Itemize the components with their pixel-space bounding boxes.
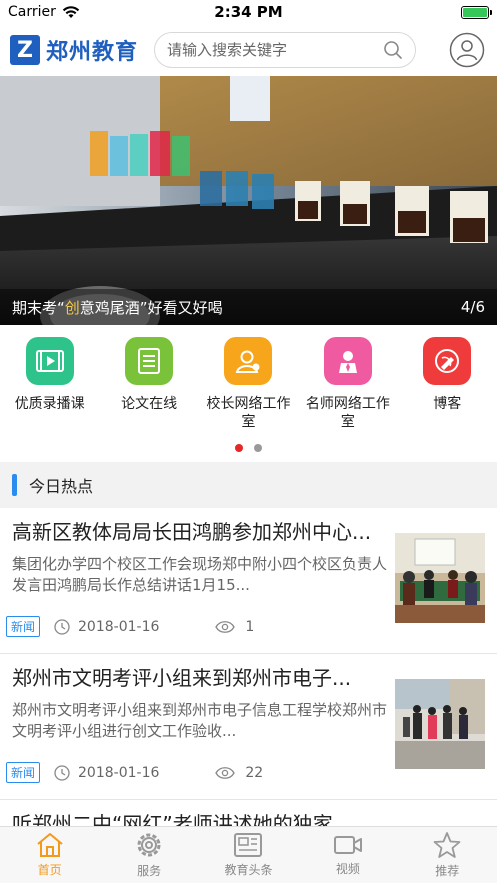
news-meta: 新闻 2018-01-16 22 [6, 762, 263, 783]
tab-home[interactable]: 首页 [5, 832, 95, 878]
shortcut-principal-studio[interactable]: 校长网络工作室 [202, 337, 294, 431]
profile-icon[interactable] [449, 32, 485, 68]
status-left: Carrier [8, 4, 80, 20]
shortcut-label: 论文在线 [121, 396, 178, 412]
tab-label: 视频 [335, 862, 360, 876]
status-bar: Carrier 2:34 PM [0, 0, 497, 24]
page-indicator [0, 444, 497, 452]
blog-icon[interactable] [423, 337, 472, 385]
video-camera-icon[interactable] [333, 833, 363, 857]
star-icon[interactable] [433, 831, 461, 859]
battery-icon [461, 5, 492, 19]
banner-caption: 期末考“创意鸡尾酒”好看又好喝 [12, 298, 223, 317]
section-title: 今日热点 [29, 477, 94, 496]
search-box[interactable] [154, 32, 417, 68]
shortcut-video-courses[interactable]: 优质录播课 [4, 337, 96, 431]
principal-icon[interactable] [224, 337, 273, 385]
news-views: 22 [215, 765, 263, 781]
app-header: Z 郑州教育 [0, 24, 497, 76]
shortcut-label: 校长网络工作室 [206, 396, 291, 430]
news-date: 2018-01-16 [54, 619, 159, 635]
shortcut-grid: 优质录播课 论文在线 校长网络工作室 名师网络工作室 博客 [0, 325, 497, 460]
page-dot-active[interactable] [235, 444, 243, 452]
wifi-icon [62, 5, 80, 18]
search-icon[interactable] [383, 40, 403, 60]
app-logo[interactable]: Z 郑州教育 [10, 34, 138, 66]
status-right [461, 5, 492, 19]
section-accent-bar [12, 474, 17, 496]
document-icon[interactable] [125, 337, 174, 385]
news-thumbnail[interactable] [395, 533, 485, 623]
tab-label: 教育头条 [224, 863, 273, 877]
logo-text: 郑州教育 [46, 40, 139, 65]
search-input[interactable] [167, 41, 368, 59]
news-summary: 郑州市文明考评小组来到郑州市电子信息工程学校郑州市文明考评小组进行创文工作验收.… [12, 701, 387, 740]
home-icon[interactable] [35, 832, 65, 858]
news-date: 2018-01-16 [54, 765, 159, 781]
tab-video[interactable]: 视频 [303, 833, 393, 877]
eye-icon [215, 620, 236, 633]
tab-label: 首页 [37, 863, 62, 877]
news-tag: 新闻 [6, 616, 41, 637]
shortcut-blog[interactable]: 博客 [401, 337, 493, 431]
tab-recommend[interactable]: 推荐 [402, 831, 492, 879]
news-item[interactable]: 郑州市文明考评小组来到郑州市电子... 郑州市文明考评小组来到郑州市电子信息工程… [0, 654, 497, 800]
banner-carousel[interactable]: 期末考“创意鸡尾酒”好看又好喝 4/6 [0, 76, 497, 325]
news-meta: 新闻 2018-01-16 1 [6, 616, 254, 637]
teacher-icon[interactable] [323, 337, 372, 385]
banner-photo[interactable] [0, 76, 497, 325]
news-title: 郑州市文明考评小组来到郑州市电子... [12, 666, 352, 690]
shortcut-papers[interactable]: 论文在线 [103, 337, 195, 431]
video-icon[interactable] [25, 337, 74, 385]
tab-label: 服务 [137, 864, 162, 878]
section-header-hot: 今日热点 [0, 462, 497, 508]
tab-education-headlines[interactable]: 教育头条 [203, 832, 293, 878]
shortcut-label: 博客 [433, 396, 462, 412]
news-tag: 新闻 [6, 762, 41, 783]
news-item[interactable]: 高新区教体局局长田鸿鹏参加郑州中心... 集团化办学四个校区工作会现场郑中附小四… [0, 508, 497, 654]
clock-icon [54, 764, 70, 781]
news-summary: 集团化办学四个校区工作会现场郑中附小四个校区负责人发言田鸿鹏局长作总结讲话1月1… [12, 555, 387, 594]
shortcut-teacher-studio[interactable]: 名师网络工作室 [302, 337, 394, 431]
shortcut-label: 名师网络工作室 [305, 396, 390, 430]
banner-counter: 4/6 [460, 298, 485, 316]
bottom-tab-bar: 首页 服务 教育头条 视频 推荐 [0, 826, 497, 883]
logo-mark: Z [10, 35, 40, 65]
page-dot[interactable] [254, 444, 262, 452]
gear-icon[interactable] [135, 831, 163, 859]
news-icon[interactable] [233, 832, 263, 858]
tab-services[interactable]: 服务 [104, 831, 194, 879]
news-list: 高新区教体局局长田鸿鹏参加郑州中心... 集团化办学四个校区工作会现场郑中附小四… [0, 508, 497, 840]
news-thumbnail[interactable] [395, 679, 485, 769]
clock-icon [54, 618, 70, 635]
banner-caption-bar: 期末考“创意鸡尾酒”好看又好喝 4/6 [0, 289, 497, 325]
shortcut-label: 优质录播课 [14, 396, 85, 412]
tab-label: 推荐 [435, 864, 460, 878]
eye-icon [215, 766, 236, 779]
news-views: 1 [215, 619, 254, 635]
news-title: 高新区教体局局长田鸿鹏参加郑州中心... [12, 520, 372, 544]
carrier-label: Carrier [8, 4, 56, 20]
